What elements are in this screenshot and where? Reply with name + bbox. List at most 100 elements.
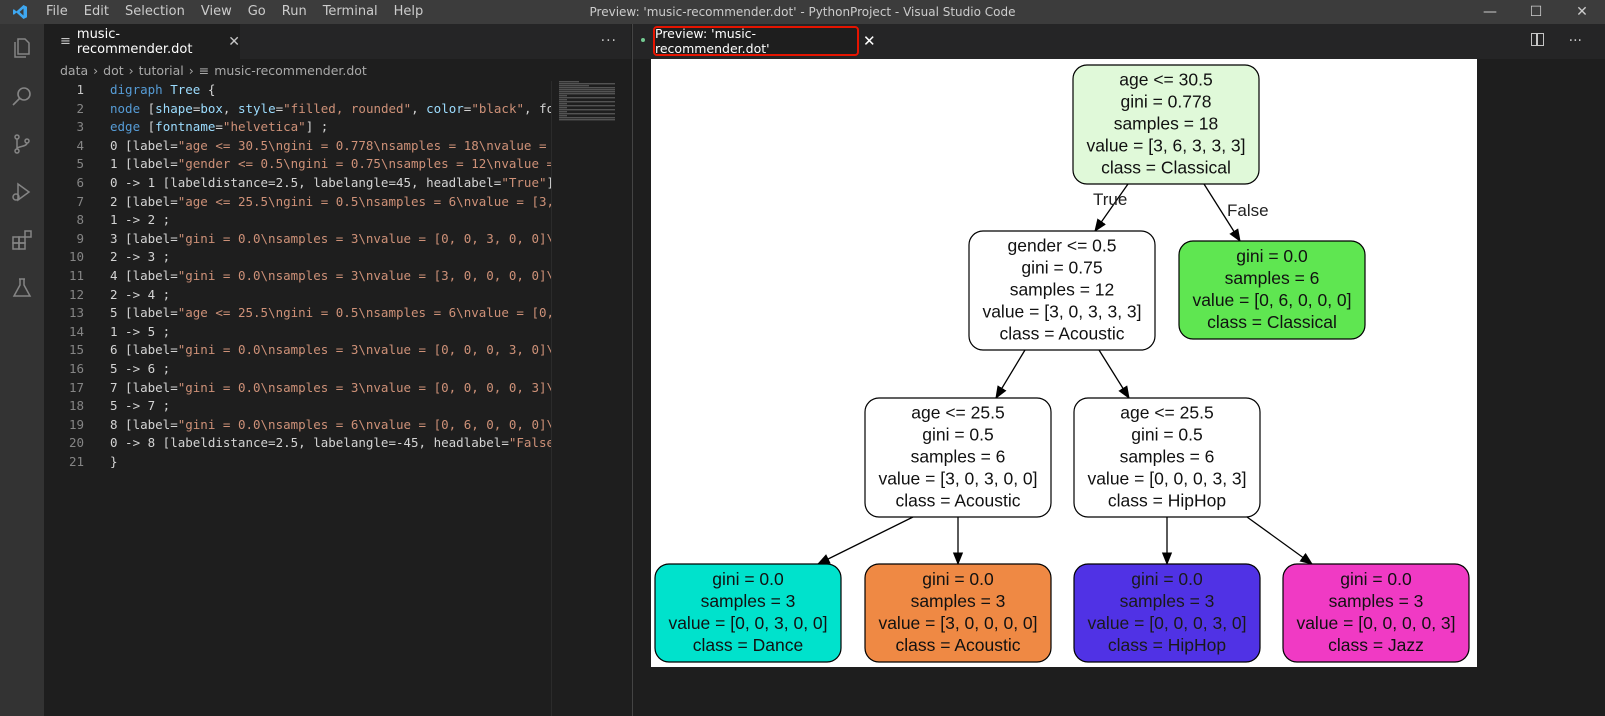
code-line[interactable]: 10 2 -> 3 ; [44, 248, 551, 267]
tree-node-n1: gender <= 0.5gini = 0.75samples = 12valu… [968, 230, 1156, 351]
tree-node-text: age <= 30.5 [1119, 70, 1212, 90]
line-number: 19 [68, 416, 84, 432]
tree-node-text: class = HipHop [1108, 635, 1226, 655]
tree-edge-n1-n5 [1098, 349, 1130, 400]
breadcrumb-tutorial[interactable]: tutorial [139, 63, 184, 78]
code-text: } [110, 453, 118, 469]
graph-preview: age <= 30.5 gini = 0.778 samples = 18 value… [651, 59, 1477, 667]
tree-node-text: value = [0, 0, 0, 0, 3] [1296, 613, 1455, 633]
code-text: 2 -> 4 ; [110, 286, 171, 302]
code-line[interactable]: 17 7 [label="gini = 0.0\nsamples = 3\nval… [44, 379, 551, 398]
breadcrumb-file[interactable]: music-recommender.dot [214, 63, 367, 78]
run-debug-icon[interactable] [0, 168, 44, 216]
scrollbar[interactable] [551, 81, 552, 716]
tree-node-text: samples = 6 [1120, 447, 1215, 467]
minimize-icon[interactable]: — [1467, 0, 1513, 24]
tree-node-text: class = Acoustic [1000, 324, 1125, 344]
line-number: 8 [76, 212, 84, 228]
line-number: 17 [68, 379, 84, 395]
more-actions-icon[interactable]: ··· [601, 33, 617, 49]
tree-node-text: gini = 0.0 [712, 569, 784, 589]
code-line[interactable]: 20 0 -> 8 [labeldistance=2.5, labelangle=… [44, 434, 551, 453]
line-number: 16 [68, 360, 84, 376]
code-line[interactable]: 2 node [shape=box, style="filled, rounded… [44, 100, 551, 119]
minimap[interactable] [559, 81, 617, 131]
preview-tab-bar: Preview: 'music-recommender.dot' ✕ ··· [633, 24, 1605, 59]
testing-flask-icon[interactable] [0, 264, 44, 312]
menu-help[interactable]: Help [386, 0, 432, 24]
line-number: 18 [68, 398, 84, 414]
code-line[interactable]: 5 1 [label="gender <= 0.5\ngini = 0.75\ns… [44, 155, 551, 174]
tree-node-text: samples = 3 [1329, 591, 1424, 611]
title-bar: File Edit Selection View Go Run Terminal… [0, 0, 1605, 24]
tree-node-text: gini = 0.5 [922, 425, 994, 445]
tree-edge-n1-n2 [995, 349, 1026, 400]
chevron-right-icon: › [188, 62, 194, 78]
code-line[interactable]: 15 6 [label="gini = 0.0\nsamples = 3\nval… [44, 341, 551, 360]
tree-node-text: value = [0, 0, 0, 3, 0] [1087, 613, 1246, 633]
tree-edge-n5-n7 [1246, 516, 1314, 565]
extensions-icon[interactable] [0, 216, 44, 264]
tree-node-text: samples = 6 [1225, 268, 1320, 288]
code-line[interactable]: 7 2 [label="age <= 25.5\ngini = 0.5\nsamp… [44, 193, 551, 212]
menu-file[interactable]: File [38, 0, 76, 24]
tree-node-text: gini = 0.0 [1131, 569, 1203, 589]
code-text: 7 [label="gini = 0.0\nsamples = 3\nvalue… [110, 379, 551, 395]
code-text: node [shape=box, style="filled, rounded"… [110, 100, 551, 116]
code-line[interactable]: 16 5 -> 6 ; [44, 360, 551, 379]
code-line[interactable]: 3 edge [fontname="helvetica"] ; [44, 118, 551, 137]
search-icon[interactable] [0, 72, 44, 120]
code-line[interactable]: 19 8 [label="gini = 0.0\nsamples = 6\nval… [44, 416, 551, 435]
split-editor-icon[interactable] [1531, 33, 1544, 46]
vscode-logo-icon [8, 0, 32, 24]
code-text: 0 -> 8 [labeldistance=2.5, labelangle=-4… [110, 435, 551, 451]
code-line[interactable]: 21} [44, 453, 551, 472]
menu-go[interactable]: Go [240, 0, 274, 24]
code-area[interactable]: 1 digraph Tree {2 node [shape=box, style="… [44, 81, 551, 716]
tree-node-text: class = Classical [1101, 158, 1231, 178]
menu-edit[interactable]: Edit [76, 0, 117, 24]
line-number: 15 [68, 342, 84, 358]
code-line[interactable]: 13 5 [label="age <= 25.5\ngini = 0.5\nsam… [44, 304, 551, 323]
tab-music-recommender-dot[interactable]: ≡ music-recommender.dot ✕ [44, 24, 240, 59]
explorer-icon[interactable] [0, 24, 44, 72]
more-actions-icon[interactable]: ··· [1569, 33, 1582, 49]
tree-node-text: samples = 6 [911, 447, 1006, 467]
edge-label-false: False [1227, 201, 1269, 220]
code-line[interactable]: 4 0 [label="age <= 30.5\ngini = 0.778\nsa… [44, 137, 551, 156]
close-icon[interactable]: ✕ [228, 34, 240, 50]
code-line[interactable]: 9 3 [label="gini = 0.0\nsamples = 3\nvalu… [44, 230, 551, 249]
code-line[interactable]: 8 1 -> 2 ; [44, 211, 551, 230]
tree-node-n5: age <= 25.5gini = 0.5samples = 6value = … [1073, 397, 1261, 518]
menu-view[interactable]: View [193, 0, 240, 24]
activity-bar [0, 24, 44, 716]
line-number: 14 [68, 323, 84, 339]
menu-selection[interactable]: Selection [117, 0, 193, 24]
tree-node-n7: gini = 0.0samples = 3value = [0, 0, 0, 0… [1282, 563, 1470, 663]
menu-run[interactable]: Run [274, 0, 315, 24]
tree-node-text: gini = 0.75 [1021, 258, 1102, 278]
close-icon[interactable]: ✕ [863, 32, 876, 50]
tree-node-text: samples = 3 [1120, 591, 1215, 611]
breadcrumb-data[interactable]: data [60, 63, 88, 78]
code-line[interactable]: 11 4 [label="gini = 0.0\nsamples = 3\nval… [44, 267, 551, 286]
source-control-icon[interactable] [0, 120, 44, 168]
code-text: 1 -> 2 ; [110, 212, 171, 228]
code-editor-group: ≡ music-recommender.dot ✕ ··· data › dot ›… [44, 24, 631, 716]
code-line[interactable]: 18 5 -> 7 ; [44, 397, 551, 416]
code-line[interactable]: 1 digraph Tree { [44, 81, 551, 100]
code-line[interactable]: 14 1 -> 5 ; [44, 323, 551, 342]
tab-preview[interactable]: Preview: 'music-recommender.dot' [653, 26, 859, 56]
close-window-icon[interactable]: ✕ [1559, 0, 1605, 24]
breadcrumb-dot[interactable]: dot [103, 63, 123, 78]
code-line[interactable]: 6 0 -> 1 [labeldistance=2.5, labelangle=4… [44, 174, 551, 193]
maximize-icon[interactable]: ☐ [1513, 0, 1559, 24]
code-line[interactable]: 12 2 -> 4 ; [44, 286, 551, 305]
tree-node-n0: age <= 30.5gini = 0.778samples = 18value… [1072, 64, 1260, 185]
code-text: 0 [label="age <= 30.5\ngini = 0.778\nsam… [110, 137, 551, 153]
menu-terminal[interactable]: Terminal [315, 0, 386, 24]
code-text: 5 [label="age <= 25.5\ngini = 0.5\nsampl… [110, 305, 551, 321]
code-text: 5 -> 6 ; [110, 360, 171, 376]
menu-bar: File Edit Selection View Go Run Terminal… [38, 0, 431, 24]
decision-tree-graph: age <= 30.5gini = 0.778samples = 18value… [654, 64, 1470, 663]
